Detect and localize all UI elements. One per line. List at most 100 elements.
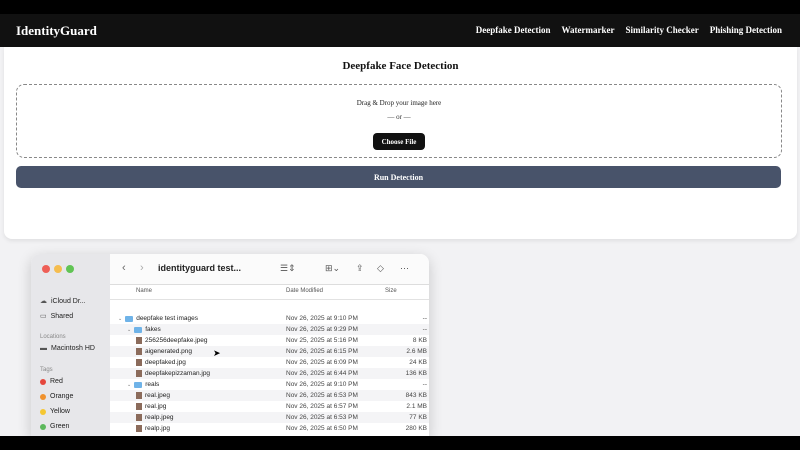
file-name-cell: deepfakepizzaman.jpg <box>136 370 210 377</box>
file-row[interactable]: ⌄ fakes Nov 26, 2025 at 9:29 PM -- <box>110 324 429 335</box>
file-row[interactable]: realp.jpg Nov 26, 2025 at 6:50 PM 280 KB <box>110 423 429 434</box>
file-size: 280 KB <box>405 425 427 432</box>
finder-sidebar: ☁ iCloud Dr... ▭ Shared Locations ▬ Maci… <box>31 254 110 436</box>
dropzone-text: Drag & Drop your image here <box>356 99 442 107</box>
sidebar-item-shared[interactable]: ▭ Shared <box>40 312 74 321</box>
sidebar-tag-red[interactable]: Red <box>40 378 63 385</box>
file-name: aigenerated.png <box>145 348 192 355</box>
file-row[interactable]: ⌄ reals Nov 26, 2025 at 9:10 PM -- <box>110 379 429 390</box>
more-actions-icon[interactable]: ⋯ <box>400 263 409 274</box>
file-name-cell: ⌄ reals <box>127 381 159 388</box>
sidebar-item-label: Red <box>50 378 63 385</box>
letterbox-bottom <box>0 436 800 450</box>
file-name-cell: realp.jpg <box>136 425 170 432</box>
navbar: IdentityGuard Deepfake Detection Waterma… <box>0 14 800 47</box>
file-name: deepfakepizzaman.jpg <box>145 370 211 377</box>
file-name-cell: real.jpeg <box>136 392 170 399</box>
dropzone[interactable]: Drag & Drop your image here — or — Choos… <box>16 84 782 158</box>
sidebar-item-label: Shared <box>50 312 74 320</box>
detection-card: Deepfake Face Detection Drag & Drop your… <box>4 47 797 239</box>
choose-file-button[interactable]: Choose File <box>373 133 425 150</box>
disclosure-chevron-icon[interactable]: ⌄ <box>118 316 122 322</box>
file-name-cell: deepfaked.jpg <box>136 359 186 366</box>
sidebar-item-icloud[interactable]: ☁ iCloud Dr... <box>40 297 86 306</box>
file-date: Nov 25, 2025 at 5:16 PM <box>286 337 358 344</box>
sidebar-section-tags: Tags <box>40 367 53 373</box>
sidebar-item-label: Macintosh HD <box>51 345 95 352</box>
finder-window: ☁ iCloud Dr... ▭ Shared Locations ▬ Maci… <box>31 254 429 436</box>
file-row[interactable]: realp.jpeg Nov 26, 2025 at 6:53 PM 77 KB <box>110 412 429 423</box>
nav-link-similarity[interactable]: Similarity Checker <box>625 25 698 35</box>
letterbox-top <box>0 0 800 14</box>
image-thumbnail-icon <box>136 370 142 377</box>
file-date: Nov 26, 2025 at 9:10 PM <box>286 381 358 388</box>
file-date: Nov 26, 2025 at 6:50 PM <box>286 425 358 432</box>
file-name: realp.jpeg <box>145 414 174 421</box>
file-name: 256256deepfake.jpeg <box>145 337 208 344</box>
file-date: Nov 26, 2025 at 6:44 PM <box>286 370 358 377</box>
dropzone-or: — or — <box>387 113 411 121</box>
forward-chevron-icon[interactable]: › <box>140 262 144 274</box>
sidebar-section-locations: Locations <box>40 334 66 340</box>
file-name: realp.jpg <box>145 425 170 432</box>
folder-title: identityguard test... <box>158 263 242 273</box>
column-name[interactable]: Name <box>136 288 152 294</box>
sidebar-item-macintosh-hd[interactable]: ▬ Macintosh HD <box>40 345 95 352</box>
sidebar-item-label: Green <box>50 423 70 430</box>
file-name-cell: aigenerated.png <box>136 348 192 355</box>
finder-toolbar: ‹ › identityguard test... ☰⇕ ⊞⌄ ⇪ ◇ ⋯ ⌕ <box>110 254 429 285</box>
shared-icon: ▭ <box>40 313 47 320</box>
folder-icon <box>125 315 134 322</box>
file-size: -- <box>422 326 427 333</box>
file-row[interactable]: aigenerated.png Nov 26, 2025 at 6:15 PM 2.… <box>110 346 429 357</box>
folder-icon <box>134 381 143 388</box>
disclosure-chevron-icon[interactable]: ⌄ <box>127 382 131 388</box>
column-size[interactable]: Size <box>385 288 397 294</box>
file-name-cell: ⌄ fakes <box>127 326 161 333</box>
run-detection-button[interactable]: Run Detection <box>16 166 781 188</box>
file-row[interactable]: 256256deepfake.jpeg Nov 25, 2025 at 5:16 … <box>110 335 429 346</box>
sidebar-tag-green[interactable]: Green <box>40 423 69 430</box>
brand-logo[interactable]: IdentityGuard <box>16 23 97 39</box>
red-tag-dot-icon <box>40 378 46 385</box>
file-row[interactable]: real.jpeg Nov 26, 2025 at 6:53 PM 843 KB <box>110 390 429 401</box>
group-grid-icon[interactable]: ⊞⌄ <box>325 263 340 274</box>
sidebar-tag-yellow[interactable]: Yellow <box>40 408 70 415</box>
minimize-window-button[interactable] <box>54 265 62 273</box>
file-row[interactable]: real.jpg Nov 26, 2025 at 6:57 PM 2.1 MB <box>110 401 429 412</box>
nav-links: Deepfake Detection Watermarker Similarit… <box>476 25 782 35</box>
zoom-window-button[interactable] <box>66 265 74 273</box>
file-name: reals <box>145 381 160 388</box>
file-date: Nov 26, 2025 at 6:57 PM <box>286 403 358 410</box>
file-name: real.jpg <box>145 403 167 410</box>
file-date: Nov 26, 2025 at 9:29 PM <box>286 326 358 333</box>
sidebar-tag-orange[interactable]: Orange <box>40 393 73 400</box>
folder-icon <box>134 326 143 333</box>
yellow-tag-dot-icon <box>40 408 46 415</box>
page-title: Deepfake Face Detection <box>342 60 459 72</box>
share-icon[interactable]: ⇪ <box>356 263 364 274</box>
image-thumbnail-icon <box>136 414 142 421</box>
file-size: 77 KB <box>409 414 427 421</box>
file-row[interactable]: deepfakepizzaman.jpg Nov 26, 2025 at 6:44… <box>110 368 429 379</box>
file-row[interactable]: ⌄ deepfake test images Nov 26, 2025 at 9:1… <box>110 313 429 324</box>
file-name: fakes <box>145 326 161 333</box>
file-date: Nov 26, 2025 at 6:15 PM <box>286 348 358 355</box>
tag-icon[interactable]: ◇ <box>377 263 384 274</box>
list-view-icon[interactable]: ☰⇕ <box>280 263 296 274</box>
nav-link-deepfake[interactable]: Deepfake Detection <box>476 25 551 35</box>
file-size: 843 KB <box>405 392 427 399</box>
column-date-modified[interactable]: Date Modified <box>286 288 323 294</box>
file-row[interactable]: deepfaked.jpg Nov 26, 2025 at 6:09 PM 24 K… <box>110 357 429 368</box>
file-size: -- <box>422 381 427 388</box>
close-window-button[interactable] <box>42 265 50 273</box>
file-size: 8 KB <box>412 337 427 344</box>
nav-link-phishing[interactable]: Phishing Detection <box>710 25 782 35</box>
disclosure-chevron-icon[interactable]: ⌄ <box>127 327 131 333</box>
sidebar-item-label: iCloud Dr... <box>51 297 86 305</box>
file-size: 24 KB <box>409 359 427 366</box>
nav-link-watermarker[interactable]: Watermarker <box>562 25 615 35</box>
back-chevron-icon[interactable]: ‹ <box>122 262 126 274</box>
image-thumbnail-icon <box>136 337 142 344</box>
column-header: Name Date Modified Size <box>110 284 429 300</box>
